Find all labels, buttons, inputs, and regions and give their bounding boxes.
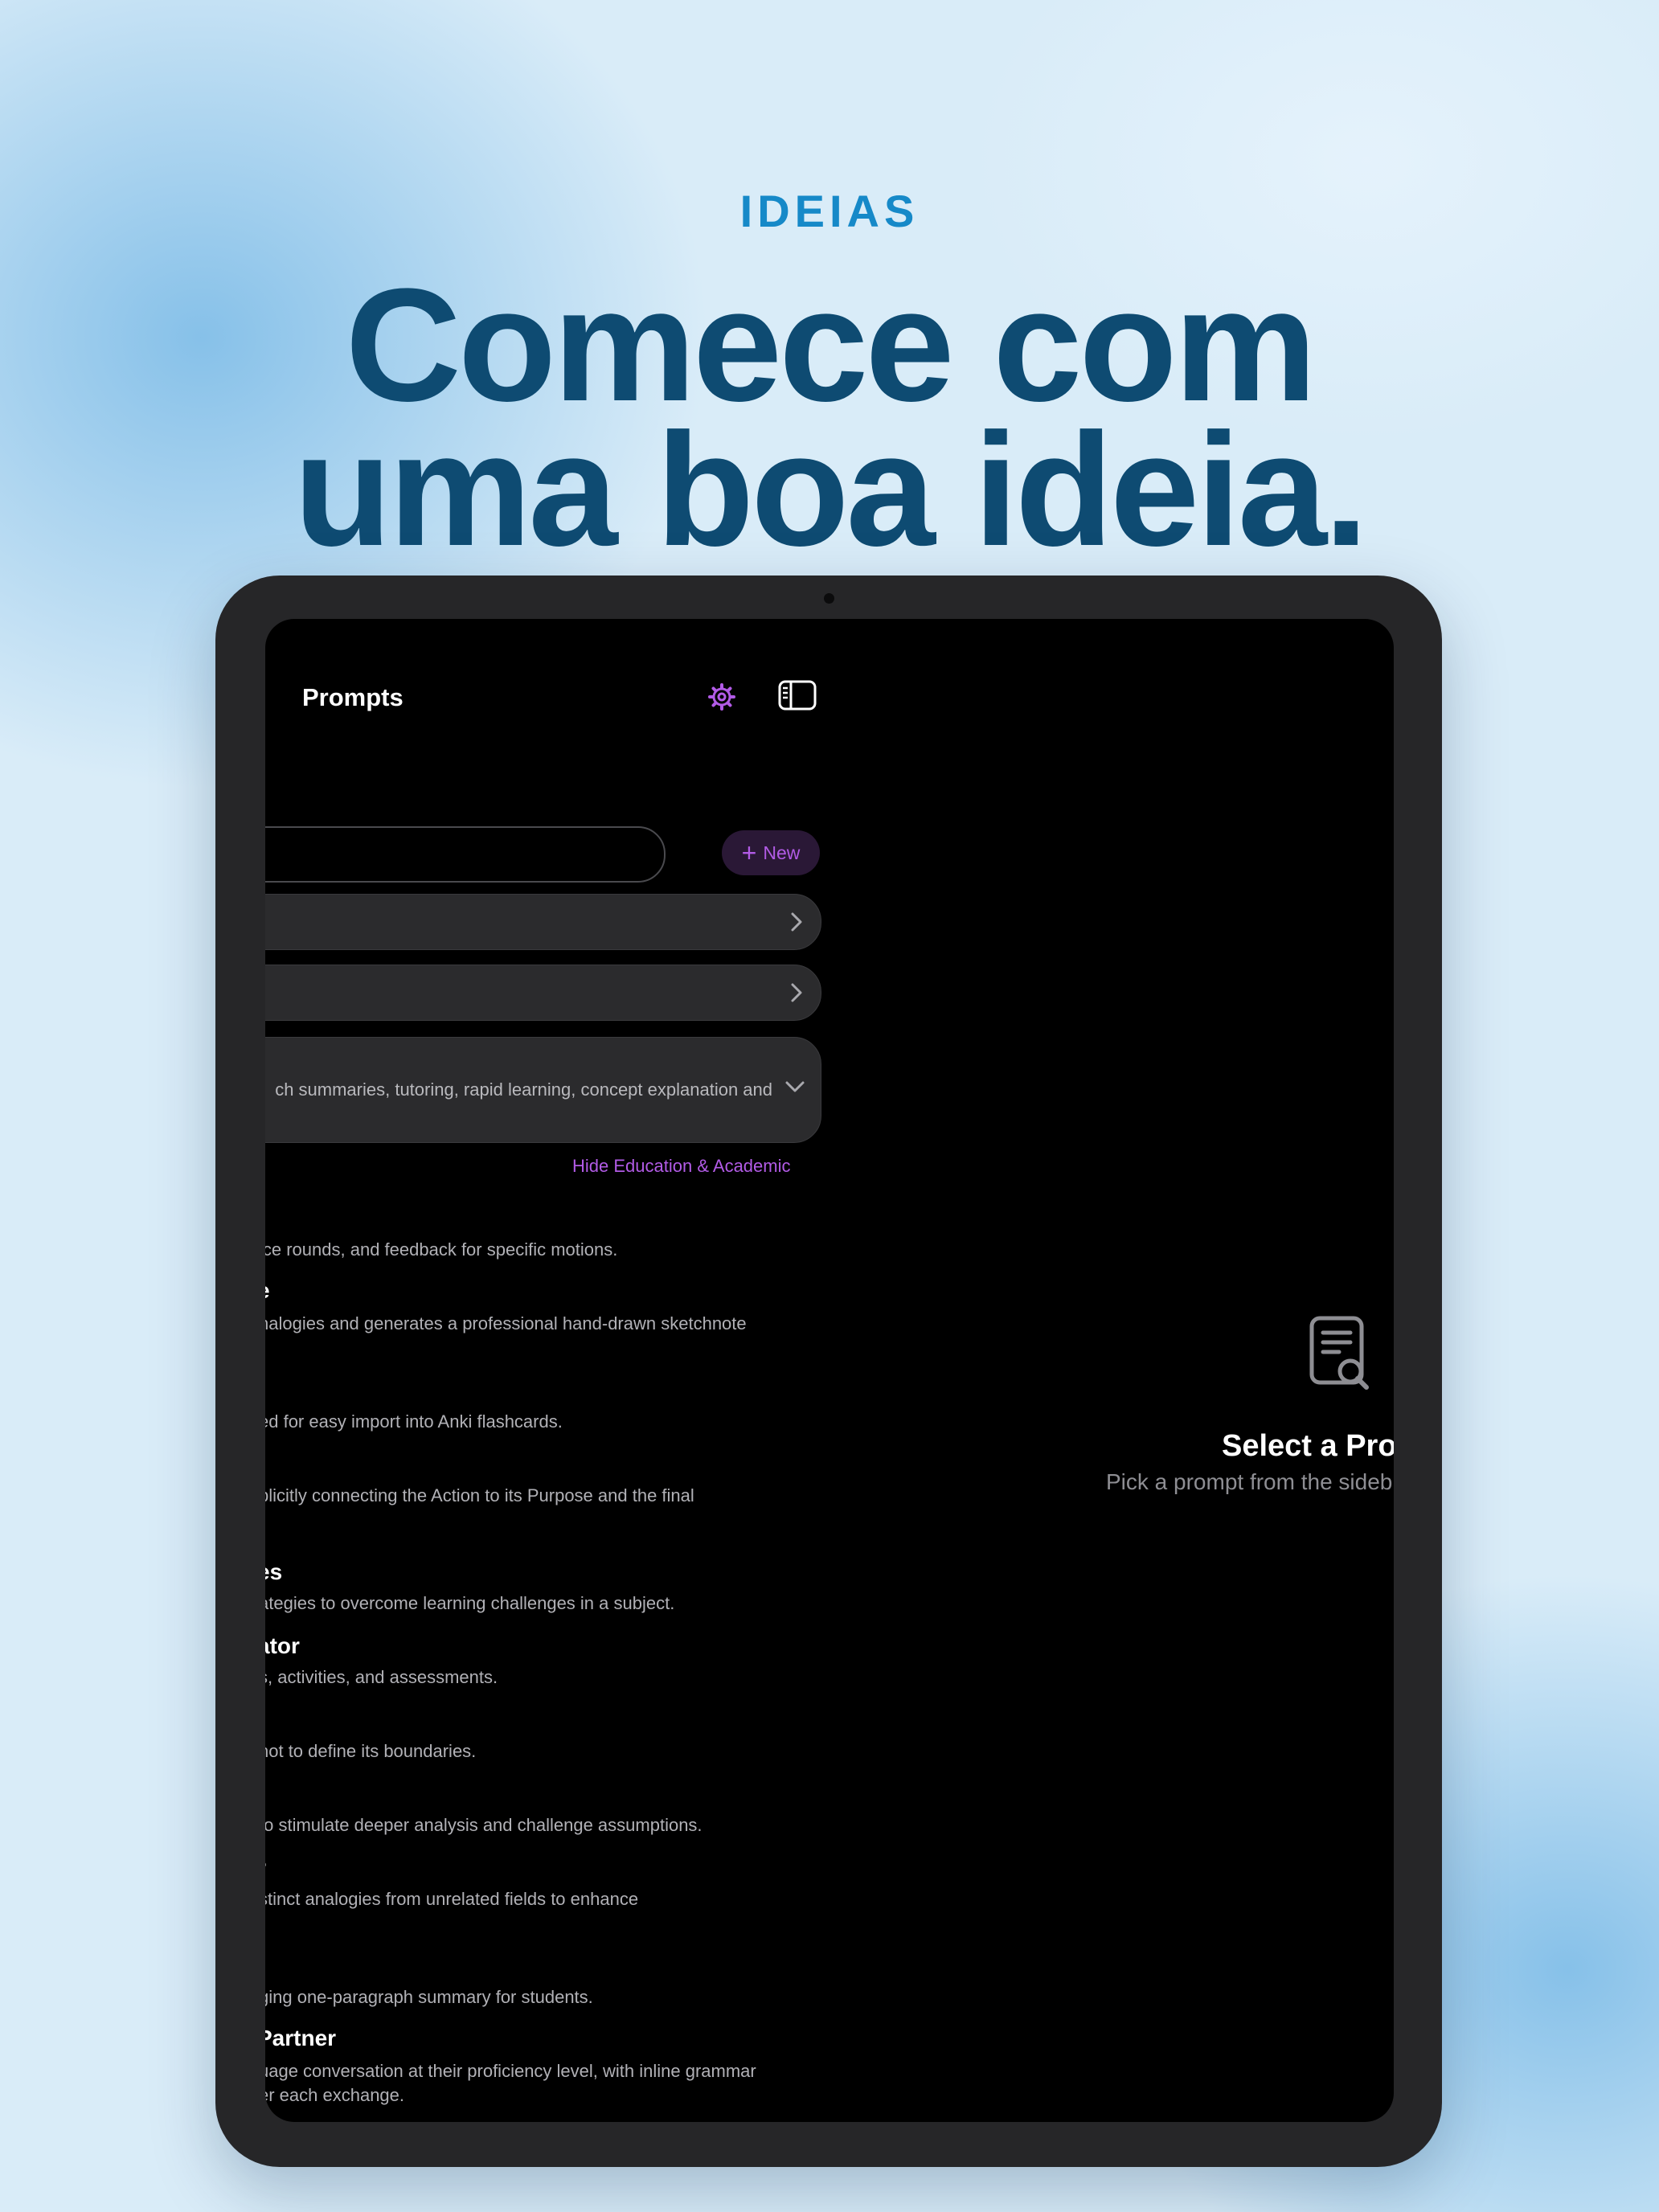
chevron-down-icon [785, 1081, 805, 1092]
chevron-right-icon [791, 912, 802, 932]
search-input[interactable] [265, 826, 666, 883]
ipad-frame: Prompts + New ch summaries, tutoring, ra… [215, 576, 1442, 2167]
list-item-desc[interactable]: stinct analogies from unrelated fields t… [265, 1889, 638, 1910]
list-item-title[interactable]: r [265, 1855, 266, 1881]
sidebar-title: Prompts [302, 683, 403, 711]
list-item-desc[interactable]: uage conversation at their proficiency l… [265, 2061, 756, 2082]
camera-dot [824, 593, 834, 604]
list-item-desc[interactable]: to stimulate deeper analysis and challen… [265, 1815, 703, 1836]
app-screen: Prompts + New ch summaries, tutoring, ra… [265, 619, 1394, 2122]
list-item-desc[interactable]: ed for easy import into Anki flashcards. [265, 1411, 563, 1432]
list-item-desc[interactable]: ging one-paragraph summary for students. [265, 1987, 593, 2008]
list-item-desc[interactable]: er each exchange. [265, 2085, 404, 2106]
list-item-desc[interactable]: plicitly connecting the Action to its Pu… [265, 1485, 694, 1506]
list-item-desc[interactable]: s, activities, and assessments. [265, 1667, 498, 1688]
new-prompt-button[interactable]: + New [722, 830, 820, 875]
hide-category-link[interactable]: Hide Education & Academic [572, 1156, 791, 1177]
list-item-title[interactable]: e [265, 1278, 270, 1304]
new-button-label: New [763, 842, 801, 863]
sidebar: Prompts + New ch summaries, tutoring, ra… [265, 619, 844, 2122]
list-item-title[interactable]: Partner [265, 2026, 336, 2051]
category-row[interactable] [265, 894, 821, 950]
sidebar-toggle-icon[interactable] [778, 680, 817, 711]
empty-state-title: Select a Pro [1222, 1429, 1394, 1463]
list-item-desc[interactable]: nalogies and generates a professional ha… [265, 1313, 747, 1334]
gear-icon[interactable] [707, 682, 736, 711]
plus-icon: + [741, 838, 757, 867]
eyebrow-label: IDEIAS [739, 186, 920, 236]
category-row[interactable] [265, 965, 821, 1021]
list-item-title[interactable]: es [265, 1559, 282, 1585]
list-item-desc[interactable]: ategies to overcome learning challenges … [265, 1593, 674, 1614]
list-item-desc[interactable]: not to define its boundaries. [265, 1741, 476, 1762]
marketing-headline: Comece com uma boa ideia. [0, 256, 1659, 580]
empty-state-subtitle: Pick a prompt from the sideb [1106, 1469, 1393, 1494]
headline-line-1: Comece com [345, 256, 1317, 435]
list-item-desc[interactable]: ice rounds, and feedback for specific mo… [265, 1239, 617, 1260]
document-search-icon [1309, 1316, 1369, 1390]
headline-line-2: uma boa ideia. [293, 400, 1368, 580]
category-row-expanded[interactable]: ch summaries, tutoring, rapid learning, … [265, 1037, 821, 1143]
chevron-right-icon [791, 983, 802, 1002]
category-description: ch summaries, tutoring, rapid learning, … [275, 1079, 772, 1100]
list-item-title[interactable]: ator [265, 1633, 300, 1659]
